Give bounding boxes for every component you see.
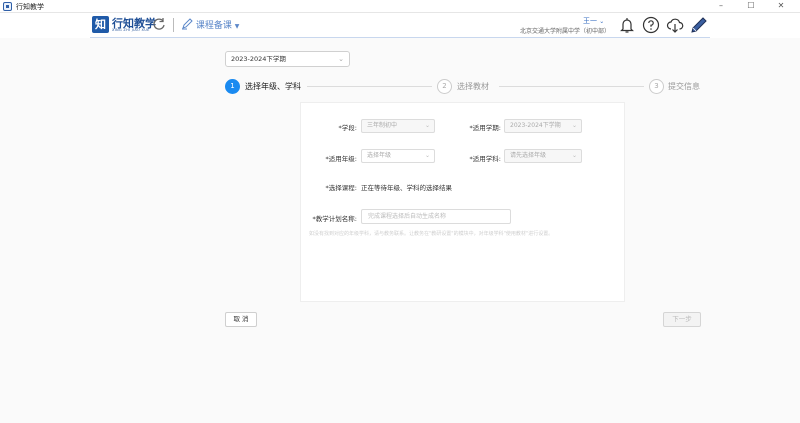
close-button[interactable]: ✕	[770, 0, 792, 13]
user-name: 王一	[583, 17, 597, 25]
applicable-term-value: 2023-2024下学期	[510, 122, 561, 129]
app-header: 知 行知教学 XING ZHI JIAO XUE 课程备课 ▼ 王一 ⌄ 北京交…	[0, 13, 800, 38]
user-menu[interactable]: 王一 ⌄	[583, 16, 604, 26]
cancel-button[interactable]: 取 消	[225, 312, 257, 327]
step-connector	[307, 86, 432, 87]
applicable-subject-placeholder: 请先选择年级	[510, 152, 547, 159]
chevron-down-icon: ⌄	[571, 152, 577, 159]
school-stage-label: *学段:	[338, 124, 357, 132]
header-divider	[173, 18, 174, 32]
chevron-down-icon: ⌄	[424, 122, 430, 129]
window-titlebar: 行知教学 – ☐ ✕	[0, 0, 800, 13]
applicable-subject-select: 请先选择年级 ⌄	[504, 149, 582, 163]
pen-icon[interactable]	[690, 16, 708, 34]
term-select[interactable]: 2023-2024下学期 ⌄	[225, 51, 350, 67]
applicable-grade-select[interactable]: 选择年级 ⌄	[361, 149, 435, 163]
step-indicator: 1 选择年级、学科 2 选择教材 3 提交信息	[225, 78, 705, 96]
window-title: 行知教学	[16, 3, 44, 11]
applicable-subject-label: *适用学科:	[469, 155, 501, 163]
minimize-button[interactable]: –	[710, 0, 732, 13]
help-icon[interactable]	[642, 16, 660, 34]
course-status: 正在等待年级、学科的选择结果	[361, 184, 452, 192]
bell-icon[interactable]	[618, 16, 636, 34]
course-menu[interactable]: 课程备课 ▼	[181, 18, 239, 32]
plan-name-input[interactable]: 完成课程选择后自动生成名称	[361, 209, 511, 224]
chevron-down-icon: ⌄	[424, 152, 430, 159]
course-label: *选择课程:	[325, 184, 357, 192]
chevron-down-icon: ⌄	[338, 55, 344, 63]
refresh-icon[interactable]	[152, 17, 166, 31]
step-2-label: 选择教材	[457, 82, 489, 91]
chevron-down-icon: ▼	[234, 23, 240, 30]
chevron-down-icon: ⌄	[571, 122, 577, 129]
applicable-term-select: 2023-2024下学期 ⌄	[504, 119, 582, 133]
applicable-grade-label: *适用年级:	[325, 155, 357, 163]
applicable-term-label: *适用学期:	[469, 124, 501, 132]
next-button[interactable]: 下一步	[663, 312, 701, 327]
logo-mark: 知	[92, 16, 109, 33]
plan-name-label: *教学计划名称:	[312, 215, 357, 223]
school-name: 北京交通大学附属中学（初中部）	[520, 28, 611, 35]
step-2-circle: 2	[437, 79, 452, 94]
logo-subtext: XING ZHI JIAO XUE	[112, 28, 150, 32]
help-hint: 如没有找到对应的年级学科，请与教务联系。让教务在"教研设置"的模块中，对年级学科…	[309, 231, 554, 237]
chevron-down-icon: ⌄	[599, 18, 605, 25]
applicable-grade-placeholder: 选择年级	[367, 152, 392, 159]
pencil-icon	[182, 18, 193, 30]
maximize-button[interactable]: ☐	[740, 0, 762, 13]
course-menu-label: 课程备课	[195, 21, 232, 31]
step-connector	[499, 86, 644, 87]
step-1-label: 选择年级、学科	[245, 82, 301, 91]
app-icon	[3, 2, 12, 11]
plan-name-placeholder: 完成课程选择后自动生成名称	[368, 213, 447, 220]
school-stage-value: 三年制初中	[367, 122, 398, 129]
step-1-circle: 1	[225, 79, 240, 94]
term-select-value: 2023-2024下学期	[231, 55, 286, 63]
step-3-label: 提交信息	[668, 82, 700, 91]
school-stage-select: 三年制初中 ⌄	[361, 119, 435, 133]
cloud-download-icon[interactable]	[666, 16, 684, 34]
form-card: *学段: 三年制初中 ⌄ *适用学期: 2023-2024下学期 ⌄ *适用年级…	[300, 102, 625, 302]
step-3-circle: 3	[649, 79, 664, 94]
